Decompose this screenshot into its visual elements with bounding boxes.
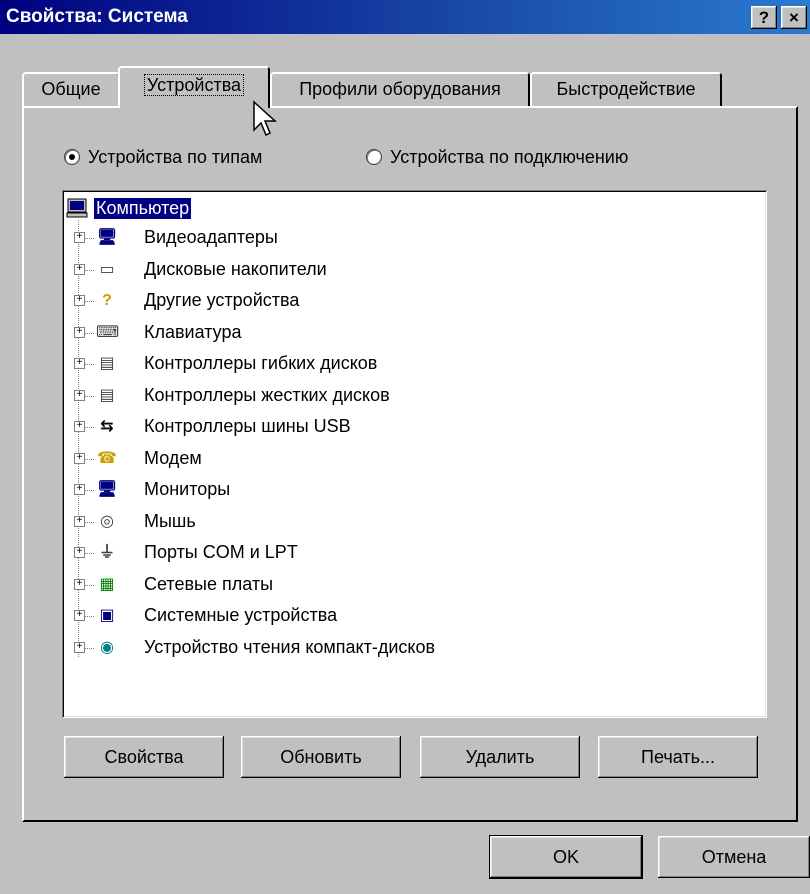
print-button[interactable]: Печать... xyxy=(598,736,758,778)
tab-label: Общие xyxy=(41,79,101,99)
remove-button[interactable]: Удалить xyxy=(420,736,580,778)
tree-item-label: Контроллеры гибких дисков xyxy=(144,353,378,373)
tree-item-label: Дисковые накопители xyxy=(144,258,327,279)
tree-item-label: Модем xyxy=(144,447,202,468)
computer-icon xyxy=(66,198,88,218)
expand-icon[interactable]: + xyxy=(74,421,85,432)
tree-line xyxy=(84,458,94,460)
tree-line xyxy=(84,395,94,397)
tree-item-label: Контроллеры жестких дисков xyxy=(144,384,390,405)
tree-item-label: Системные устройства xyxy=(144,605,338,625)
properties-button[interactable]: Свойства xyxy=(64,736,224,778)
expand-icon[interactable]: + xyxy=(74,610,85,621)
tree-root-label: Компьютер xyxy=(94,197,192,219)
refresh-button[interactable]: Обновить xyxy=(241,736,401,778)
tree-line xyxy=(84,490,94,491)
expand-icon[interactable]: + xyxy=(74,641,85,653)
question-icon: ? xyxy=(102,292,112,309)
tree-item-label: Мышь xyxy=(144,510,196,531)
tree-root-computer[interactable]: Компьютер xyxy=(66,196,192,220)
tree-item-label: Мониторы xyxy=(144,479,231,499)
expand-icon[interactable]: + xyxy=(74,578,85,590)
help-button[interactable]: ? xyxy=(751,6,777,29)
tree-item-label: Клавиатура xyxy=(144,321,242,342)
tree-line xyxy=(84,584,94,586)
expand-icon[interactable]: + xyxy=(74,358,85,369)
mouse-icon: ◎ xyxy=(100,512,114,530)
tree-line xyxy=(84,647,94,649)
expand-icon[interactable]: + xyxy=(74,547,85,558)
tree-line xyxy=(84,553,94,554)
tree-item-label: Порты COM и LPT xyxy=(144,542,298,562)
tree-item-label: Контроллеры шины USB xyxy=(144,416,351,436)
cancel-button[interactable]: Отмена xyxy=(658,836,810,878)
tree-line xyxy=(84,427,94,428)
display-adapter-icon: 🖥 xyxy=(96,229,118,246)
tab-performance[interactable]: Быстродействие xyxy=(530,72,722,106)
device-tree[interactable]: Компьютер + 🖥 Видеоадаптеры + ▭ Дисковые нако… xyxy=(62,190,767,718)
radio-by-connection[interactable]: Устройства по подключению xyxy=(366,146,628,168)
expand-icon[interactable]: + xyxy=(74,232,85,243)
radio-label: Устройства по подключению xyxy=(390,146,629,167)
tab-label: Устройства xyxy=(143,74,245,96)
tree-item-label: Другие устройства xyxy=(144,290,300,310)
port-icon: ⏚ xyxy=(98,544,115,561)
tab-general[interactable]: Общие xyxy=(22,72,120,106)
tree-item-label: Устройство чтения компакт-дисков xyxy=(144,636,436,657)
usb-icon: ⇆ xyxy=(100,418,114,435)
tree-item-label: Видеоадаптеры xyxy=(144,227,278,247)
expand-icon[interactable]: + xyxy=(74,389,85,401)
expand-icon[interactable]: + xyxy=(74,295,85,306)
tree-item-label: Сетевые платы xyxy=(144,573,274,594)
system-device-icon: ▣ xyxy=(99,607,115,624)
cdrom-icon: ◉ xyxy=(100,638,114,656)
radio-label: Устройства по типам xyxy=(88,146,263,167)
radio-indicator[interactable] xyxy=(366,149,382,165)
close-button[interactable]: × xyxy=(781,6,807,29)
tree-line xyxy=(84,332,94,334)
window-title: Свойства: Система xyxy=(6,6,188,27)
floppy-controller-icon: ▤ xyxy=(99,355,115,372)
tree-line xyxy=(84,238,94,239)
hdd-controller-icon: ▤ xyxy=(99,386,115,404)
modem-icon: ☎ xyxy=(97,449,117,467)
mouse-pointer-icon xyxy=(253,100,277,137)
tab-devices[interactable]: Устройства xyxy=(118,66,270,108)
radio-indicator[interactable] xyxy=(64,149,80,165)
keyboard-icon: ⌨ xyxy=(96,323,120,341)
radio-by-type[interactable]: Устройства по типам xyxy=(64,146,262,168)
ok-button[interactable]: OK xyxy=(490,836,642,878)
expand-icon[interactable]: + xyxy=(74,515,85,527)
monitor-icon: 🖥 xyxy=(96,481,118,498)
tab-label: Профили оборудования xyxy=(299,79,501,99)
tab-hardware-profiles[interactable]: Профили оборудования xyxy=(270,72,530,106)
tree-line xyxy=(84,301,94,302)
tab-label: Быстродействие xyxy=(556,79,696,99)
tree-line xyxy=(78,220,79,657)
expand-icon[interactable]: + xyxy=(74,326,85,338)
expand-icon[interactable]: + xyxy=(74,484,85,495)
network-card-icon: ▦ xyxy=(99,575,115,593)
tree-line xyxy=(84,616,94,617)
title-bar: Свойства: Система ? × xyxy=(0,0,810,34)
expand-icon[interactable]: + xyxy=(74,263,85,275)
tree-line xyxy=(84,364,94,365)
expand-icon[interactable]: + xyxy=(74,452,85,464)
tree-line xyxy=(84,521,94,523)
disk-drive-icon: ▭ xyxy=(99,260,115,278)
tree-line xyxy=(84,269,94,271)
